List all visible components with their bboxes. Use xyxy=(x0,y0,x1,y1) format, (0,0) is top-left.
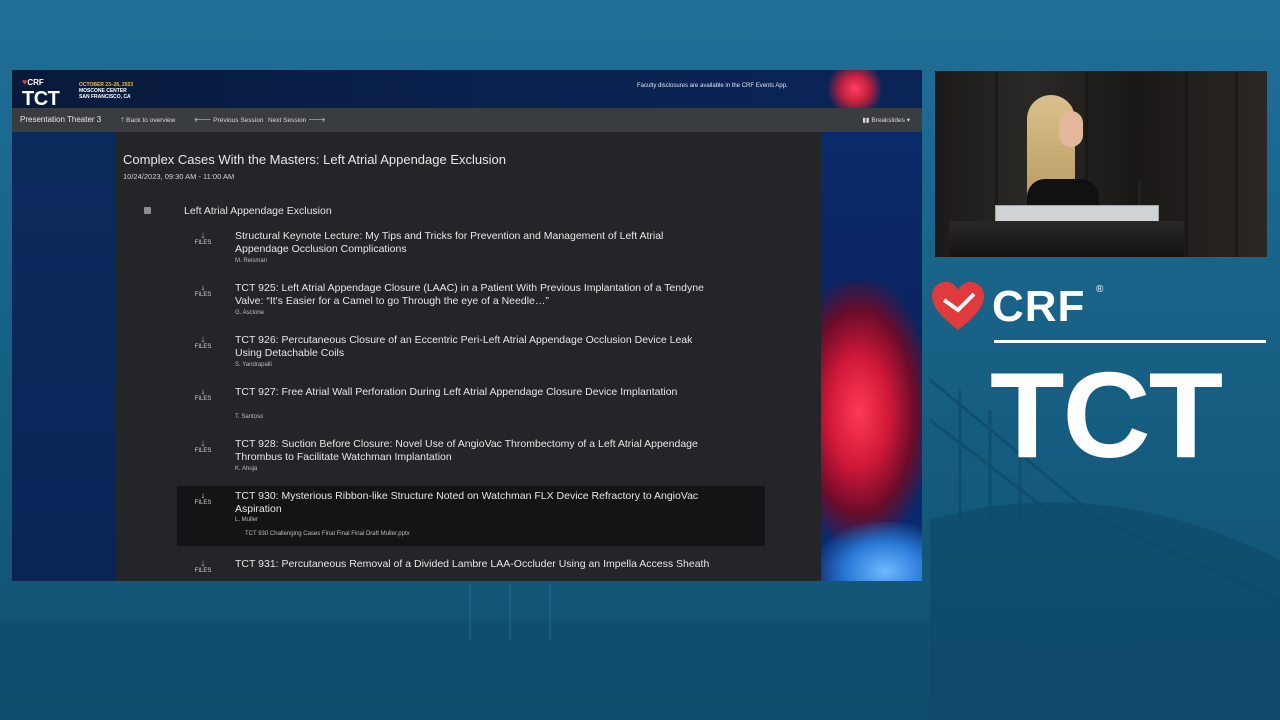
presentation-screen: ♥CRF TCT OCTOBER 23–26, 2023 MOSCONE CEN… xyxy=(12,70,922,581)
talk-item[interactable]: ↓ FILES Structural Keynote Lecture: My Ti… xyxy=(177,230,765,276)
download-arrow-icon: ↓ xyxy=(200,558,206,568)
session-time: 10/24/2023, 09:30 AM - 11:00 AM xyxy=(123,172,235,181)
download-arrow-icon: ↓ xyxy=(200,230,206,240)
session-content-panel: Complex Cases With the Masters: Left Atr… xyxy=(116,132,821,581)
files-download-button[interactable]: ↓ FILES xyxy=(193,490,213,506)
speaker-video-feed xyxy=(935,71,1267,257)
download-arrow-icon: ↓ xyxy=(200,438,206,448)
heart-artwork xyxy=(821,282,922,542)
heart-illustration xyxy=(820,70,890,108)
right-backdrop xyxy=(821,132,922,581)
files-download-button[interactable]: ↓ FILES xyxy=(193,386,213,402)
talk-author: M. Reisman xyxy=(235,258,268,264)
talk-title[interactable]: TCT 928: Suction Before Closure: Novel U… xyxy=(235,438,715,463)
download-arrow-icon: ↓ xyxy=(200,334,206,344)
previous-session-link[interactable]: 🡐 Previous Session xyxy=(194,116,263,124)
talk-author: K. Ahuja xyxy=(235,466,258,472)
files-download-button[interactable]: ↓ FILES xyxy=(193,334,213,350)
left-backdrop xyxy=(12,132,116,581)
files-download-button[interactable]: ↓ FILES xyxy=(193,230,213,246)
event-banner: ♥CRF TCT OCTOBER 23–26, 2023 MOSCONE CEN… xyxy=(12,70,922,110)
podium xyxy=(949,221,1184,257)
talk-item[interactable]: ↓ FILES TCT 925: Left Atrial Appendage Cl… xyxy=(177,282,765,328)
back-to-overview-link[interactable]: 🡑 Back to overview xyxy=(121,116,175,127)
talk-title[interactable]: TCT 925: Left Atrial Appendage Closure (… xyxy=(235,282,715,307)
talk-author: L. Muller xyxy=(235,517,259,523)
presentation-file-link[interactable]: TCT 930 Challenging Cases Final Final Fi… xyxy=(245,531,410,537)
crf-heart-logo-icon xyxy=(932,282,984,330)
talk-title[interactable]: TCT 927: Free Atrial Wall Perforation Du… xyxy=(235,386,715,399)
files-download-button[interactable]: ↓ FILES xyxy=(193,438,213,454)
files-download-button[interactable]: ↓ FILES xyxy=(193,558,213,574)
tct-logo: TCT xyxy=(990,347,1223,483)
wave-artwork xyxy=(821,522,922,581)
talk-title[interactable]: Structural Keynote Lecture: My Tips and … xyxy=(235,230,715,255)
collapse-square-icon[interactable] xyxy=(144,207,151,214)
next-session-link[interactable]: Next Session 🡒 xyxy=(268,116,326,124)
section-label: Left Atrial Appendage Exclusion xyxy=(184,205,332,217)
talk-item-selected[interactable]: ↓ FILES TCT 930: Mysterious Ribbon-like S… xyxy=(177,486,765,546)
event-dates: OCTOBER 23–26, 2023 MOSCONE CENTER SAN F… xyxy=(79,82,134,100)
talk-title[interactable]: TCT 930: Mysterious Ribbon-like Structur… xyxy=(235,490,715,515)
breakslides-dropdown[interactable]: ▮▮ Breakslides ▾ xyxy=(862,116,910,124)
tct-banner-logo: ♥CRF TCT xyxy=(22,77,60,110)
download-arrow-icon: ↓ xyxy=(200,386,206,396)
download-arrow-icon: ↓ xyxy=(200,490,206,500)
talk-title[interactable]: TCT 926: Percutaneous Closure of an Ecce… xyxy=(235,334,715,359)
talk-author: S. Yandrapalli xyxy=(235,362,272,368)
talk-item[interactable]: ↓ FILES TCT 926: Percutaneous Closure of … xyxy=(177,334,765,380)
session-title: Complex Cases With the Masters: Left Atr… xyxy=(123,152,506,167)
download-arrow-icon: ↓ xyxy=(200,282,206,292)
theater-title: Presentation Theater 3 xyxy=(20,115,102,124)
talk-author: G. Ascione xyxy=(235,310,265,316)
talk-author: T. Santoso xyxy=(235,414,264,420)
session-navbar: Presentation Theater 3 🡑 Back to overvie… xyxy=(12,108,922,132)
brand-divider xyxy=(994,340,1266,343)
talk-title[interactable]: TCT 931: Percutaneous Removal of a Divid… xyxy=(235,558,715,571)
files-download-button[interactable]: ↓ FILES xyxy=(193,282,213,298)
talk-item[interactable]: ↓ FILES TCT 927: Free Atrial Wall Perfora… xyxy=(177,386,765,432)
talk-item[interactable]: ↓ FILES TCT 928: Suction Before Closure: … xyxy=(177,438,765,484)
disclosure-notice: Faculty disclosures are available in the… xyxy=(637,83,788,89)
talk-item[interactable]: ↓ FILES TCT 931: Percutaneous Removal of … xyxy=(177,558,765,581)
